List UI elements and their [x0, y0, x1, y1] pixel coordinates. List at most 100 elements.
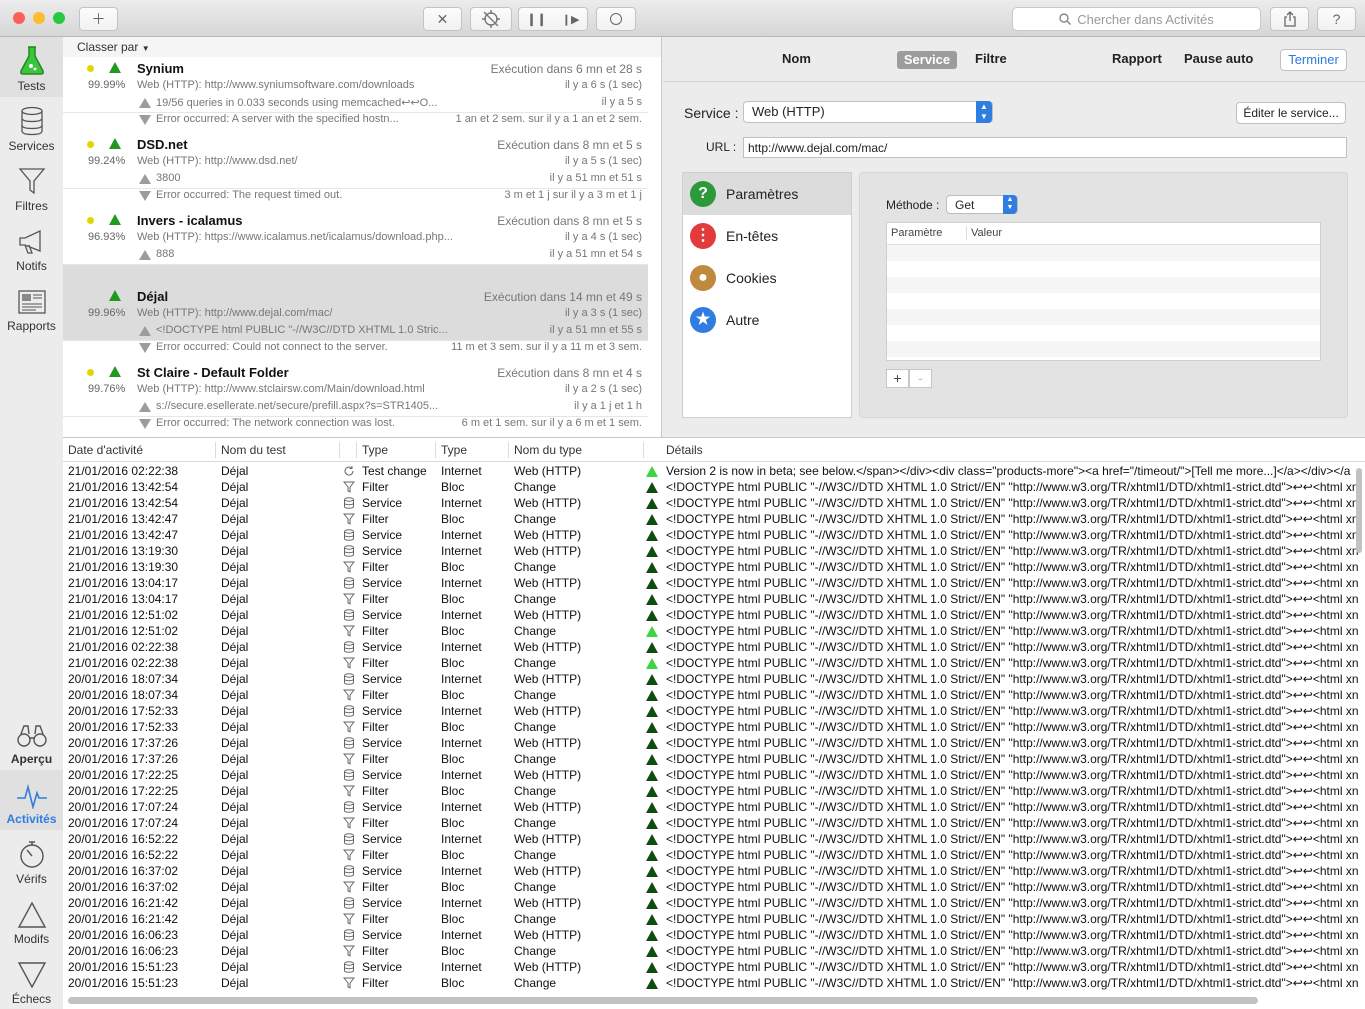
delete-button[interactable]: ✕ [423, 7, 462, 31]
pause-icon[interactable]: ❙❙ [527, 12, 547, 26]
table-row[interactable]: 21/01/2016 13:42:54 Déjal Filter Bloc Change… [63, 479, 1365, 495]
sidebar-item-activities[interactable]: Activités [0, 770, 63, 830]
table-row[interactable]: 20/01/2016 18:07:34 Déjal Service Internet W… [63, 671, 1365, 687]
test-item[interactable]: Déjal Exécution dans 14 mn et 49 s 99.96% W… [63, 265, 648, 353]
sidebar-item-notifs[interactable]: Notifs [0, 217, 63, 277]
table-row[interactable]: 21/01/2016 13:42:47 Déjal Service Internet W… [63, 527, 1365, 543]
category-1[interactable]: ⋮ En-têtes [683, 215, 851, 257]
table-row[interactable]: 20/01/2016 15:51:23 Déjal Filter Bloc Change… [63, 975, 1365, 991]
next-run: Exécution dans 8 mn et 5 s [497, 214, 642, 228]
tab-filter[interactable]: Filtre [975, 51, 1007, 66]
done-button[interactable]: Terminer [1280, 49, 1347, 71]
test-item[interactable]: Synium Exécution dans 6 mn et 28 s 99.99% W… [63, 37, 648, 125]
column-header-type[interactable]: Type [362, 443, 388, 457]
sidebar-item-reports[interactable]: Rapports [0, 277, 63, 337]
funnel-icon [343, 721, 355, 733]
table-row[interactable]: 21/01/2016 13:42:47 Déjal Filter Bloc Change… [63, 511, 1365, 527]
zoom-window-icon[interactable] [53, 12, 65, 24]
activity-horizontal-scrollbar[interactable] [68, 997, 1258, 1004]
table-row[interactable]: 20/01/2016 17:52:33 Déjal Filter Bloc Change… [63, 719, 1365, 735]
table-row[interactable]: 20/01/2016 16:52:22 Déjal Service Internet W… [63, 831, 1365, 847]
table-row[interactable]: 21/01/2016 13:42:54 Déjal Service Internet W… [63, 495, 1365, 511]
activity-vertical-scrollbar[interactable] [1356, 468, 1362, 553]
table-row[interactable]: 20/01/2016 16:37:02 Déjal Filter Bloc Change… [63, 879, 1365, 895]
edit-service-button[interactable]: Éditer le service... [1236, 102, 1346, 124]
sidebar-item-changes[interactable]: Modifs [0, 890, 63, 950]
status-up-icon [646, 498, 658, 509]
test-name: St Claire - Default Folder [137, 365, 289, 380]
table-row[interactable]: 20/01/2016 16:52:22 Déjal Filter Bloc Change… [63, 847, 1365, 863]
table-row[interactable]: 21/01/2016 13:19:30 Déjal Service Internet W… [63, 543, 1365, 559]
share-button[interactable] [1270, 7, 1309, 31]
table-row[interactable]: 21/01/2016 12:51:02 Déjal Service Internet W… [63, 607, 1365, 623]
cell-details: <!DOCTYPE html PUBLIC "-//W3C//DTD XHTML… [666, 976, 1359, 990]
sidebar-item-overview[interactable]: Aperçu [0, 710, 63, 770]
test-url: Web (HTTP): http://www.dejal.com/mac/ [137, 307, 333, 319]
table-row[interactable]: 21/01/2016 02:22:38 Déjal Test change Inter… [63, 463, 1365, 479]
table-row[interactable]: 21/01/2016 13:19:30 Déjal Filter Bloc Change… [63, 559, 1365, 575]
table-row[interactable]: 20/01/2016 16:06:23 Déjal Filter Bloc Change… [63, 943, 1365, 959]
test-item[interactable]: DSD.net Exécution dans 8 mn et 5 s 99.24% W… [63, 113, 648, 201]
table-row[interactable]: 20/01/2016 17:37:26 Déjal Service Internet W… [63, 735, 1365, 751]
status-up-icon [646, 946, 658, 957]
table-row[interactable]: 20/01/2016 16:21:42 Déjal Filter Bloc Change… [63, 911, 1365, 927]
category-0[interactable]: ? Paramètres [683, 173, 851, 215]
sidebar-item-checks[interactable]: Vérifs [0, 830, 63, 890]
service-select[interactable]: Web (HTTP) ▲ ▼ [743, 101, 993, 123]
sidebar-item-services[interactable]: Services [0, 97, 63, 157]
test-item[interactable]: St Claire - Default Folder Exécution dans… [63, 341, 648, 429]
sidebar-item-failures[interactable]: Échecs [0, 950, 63, 1009]
remove-parameter-button[interactable]: - [909, 369, 932, 388]
column-header-type-name[interactable]: Nom du type [514, 443, 582, 457]
table-row[interactable]: 20/01/2016 16:37:02 Déjal Service Internet W… [63, 863, 1365, 879]
activity-table-body: 21/01/2016 02:22:38 Déjal Test change Inter… [63, 462, 1365, 991]
table-row[interactable]: 20/01/2016 16:06:23 Déjal Service Internet W… [63, 927, 1365, 943]
sidebar-item-tests[interactable]: Tests [0, 37, 63, 97]
table-row[interactable]: 21/01/2016 12:51:02 Déjal Filter Bloc Change… [63, 623, 1365, 639]
table-row[interactable]: 21/01/2016 13:04:17 Déjal Service Internet W… [63, 575, 1365, 591]
table-row[interactable]: 21/01/2016 02:22:38 Déjal Service Internet W… [63, 639, 1365, 655]
check-now-button[interactable] [596, 7, 636, 31]
category-2[interactable]: ● Cookies [683, 257, 851, 299]
column-header-type-2[interactable]: Type [441, 443, 467, 457]
table-row[interactable]: 20/01/2016 17:07:24 Déjal Service Internet W… [63, 799, 1365, 815]
table-row[interactable]: 20/01/2016 17:37:26 Déjal Filter Bloc Change… [63, 751, 1365, 767]
tab-name[interactable]: Nom [782, 51, 811, 66]
cell-type-name: Change [514, 656, 557, 670]
disable-button[interactable] [470, 7, 512, 31]
table-row[interactable]: 20/01/2016 17:07:24 Déjal Filter Bloc Change… [63, 815, 1365, 831]
table-row[interactable]: 20/01/2016 15:51:23 Déjal Service Internet W… [63, 959, 1365, 975]
add-button[interactable]: ＋ [79, 7, 118, 31]
minimize-window-icon[interactable] [33, 12, 45, 24]
table-row[interactable]: 21/01/2016 13:04:17 Déjal Filter Bloc Change… [63, 591, 1365, 607]
column-header-parameter[interactable]: Paramètre [891, 227, 942, 239]
column-header-value[interactable]: Valeur [971, 227, 1002, 239]
url-field[interactable]: http://www.dejal.com/mac/ [743, 137, 1347, 158]
table-row[interactable]: 20/01/2016 17:22:25 Déjal Service Internet W… [63, 767, 1365, 783]
tab-report[interactable]: Rapport [1112, 51, 1162, 66]
table-row[interactable]: 20/01/2016 18:07:34 Déjal Filter Bloc Change… [63, 687, 1365, 703]
test-item[interactable]: Invers - icalamus Exécution dans 8 mn et … [63, 189, 648, 277]
funnel-icon [343, 657, 355, 669]
tab-service[interactable]: Service [897, 51, 957, 69]
pause-resume-control[interactable]: ❙❙ ❙▶ [518, 7, 588, 31]
column-header-test-name[interactable]: Nom du test [221, 443, 286, 457]
table-row[interactable]: 20/01/2016 17:52:33 Déjal Service Internet W… [63, 703, 1365, 719]
column-header-date[interactable]: Date d'activité [68, 443, 143, 457]
flask-icon [19, 46, 44, 75]
resume-icon[interactable]: ❙▶ [562, 13, 580, 26]
cell-details: <!DOCTYPE html PUBLIC "-//W3C//DTD XHTML… [666, 480, 1359, 494]
column-header-details[interactable]: Détails [666, 443, 703, 457]
close-window-icon[interactable] [13, 12, 25, 24]
sidebar-item-filters[interactable]: Filtres [0, 157, 63, 217]
category-3[interactable]: ★ Autre [683, 299, 851, 341]
tab-auto-pause[interactable]: Pause auto [1184, 51, 1253, 66]
table-row[interactable]: 21/01/2016 02:22:38 Déjal Filter Bloc Change… [63, 655, 1365, 671]
table-row[interactable]: 20/01/2016 17:22:25 Déjal Filter Bloc Change… [63, 783, 1365, 799]
method-select[interactable]: Get ▲ ▼ [946, 195, 1018, 214]
table-row[interactable]: 20/01/2016 16:21:42 Déjal Service Internet W… [63, 895, 1365, 911]
search-field[interactable]: Chercher dans Activités [1012, 7, 1261, 31]
add-parameter-button[interactable]: + [886, 369, 909, 388]
change-triangle-icon [139, 98, 151, 108]
help-button[interactable]: ? [1317, 7, 1356, 31]
